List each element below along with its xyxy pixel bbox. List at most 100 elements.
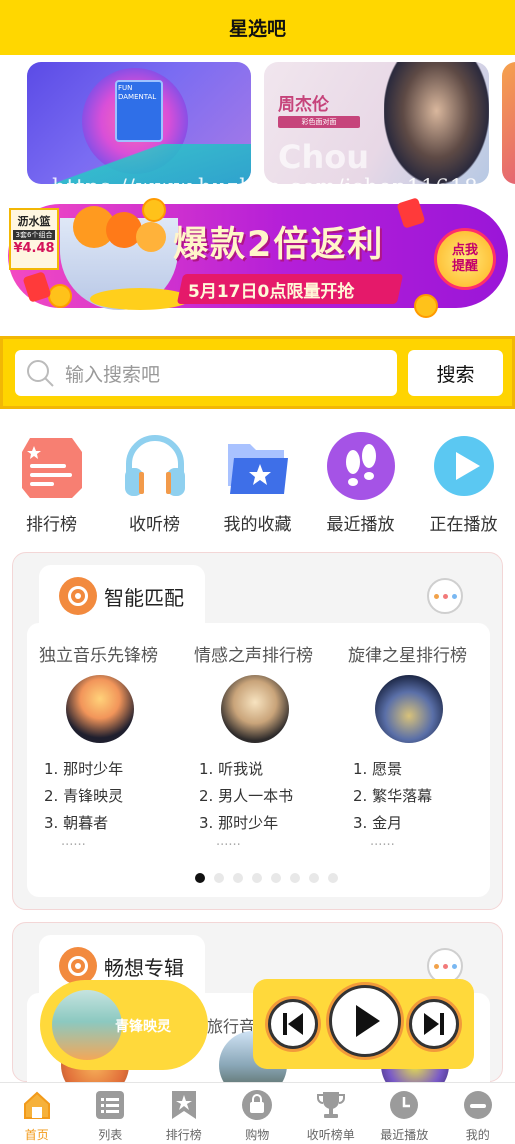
app-page: 星选吧 FUN DAMENTAL Chou 周杰伦 彩色面对面 https://…: [0, 0, 515, 1144]
tab-profile[interactable]: 我的: [441, 1083, 515, 1144]
search-icon: [27, 360, 54, 387]
chart-title: 旋律之星排行榜: [348, 646, 467, 666]
coin-icon: [414, 294, 438, 318]
tab-listening-chart[interactable]: 收听榜单: [294, 1083, 368, 1144]
page-dot[interactable]: [195, 873, 205, 883]
page-title: 星选吧: [228, 18, 286, 40]
chart-item[interactable]: 2. 青锋映灵: [44, 783, 194, 810]
vinyl-icon: [59, 577, 97, 615]
tab-label: 首页: [24, 1128, 49, 1142]
play-circle-icon: [433, 436, 494, 496]
chart-cover[interactable]: [66, 675, 134, 743]
trophy-icon: [316, 1092, 345, 1118]
fruit-graphic: [136, 222, 166, 252]
more-button[interactable]: [427, 578, 463, 614]
app-header: 星选吧: [0, 0, 515, 55]
remind-label-line2: 提醒: [451, 259, 478, 274]
price-tag: 沥水篮 3套6个组合 ¥4.48: [9, 208, 59, 270]
banner-slide-album[interactable]: FUN DAMENTAL: [27, 62, 251, 184]
tab-list[interactable]: 列表: [74, 1083, 148, 1144]
page-dot[interactable]: [290, 873, 300, 883]
smart-match-section: 智能匹配 独立音乐先锋榜 1. 那时少年 2. 青锋映灵 3. 朝暮者 ....…: [12, 552, 503, 910]
page-dot[interactable]: [271, 873, 281, 883]
more-dot: [433, 593, 439, 599]
quick-nav-label: 最近播放: [326, 515, 395, 535]
tab-label: 收听榜单: [306, 1128, 355, 1142]
play-icon: [356, 1005, 380, 1037]
coin-icon: [48, 284, 72, 308]
search-input[interactable]: 输入搜索吧: [15, 350, 397, 396]
more-dot: [442, 593, 448, 599]
skip-next-icon: [424, 1013, 444, 1035]
more-dot: [442, 963, 448, 969]
promo-banner[interactable]: 沥水篮 3套6个组合 ¥4.48 爆款2倍返利 5月17日0点限量开抢 点我 提…: [8, 197, 508, 324]
search-bar: 输入搜索吧 搜索: [0, 336, 515, 409]
remind-label-line1: 点我: [451, 243, 478, 258]
chart-title: 情感之声排行榜: [194, 646, 313, 666]
chart-column[interactable]: 情感之声排行榜 1. 听我说 2. 男人一本书 3. 那时少年 ......: [194, 641, 349, 849]
promo-subline: 5月17日0点限量开抢: [188, 282, 355, 302]
chart-item[interactable]: 3. 朝暮者: [44, 810, 194, 837]
quick-nav-recent[interactable]: 最近播放: [309, 430, 412, 540]
section-pagination: [195, 873, 338, 883]
now-playing-title: 青锋映灵: [115, 1019, 171, 1035]
tab-recent[interactable]: 最近播放: [368, 1083, 442, 1144]
favorites-folder-icon: [227, 444, 288, 494]
shopping-bag-icon: [242, 1090, 273, 1120]
footprints-icon: [326, 432, 395, 500]
more-dot: [451, 963, 457, 969]
play-button[interactable]: [329, 985, 401, 1057]
chart-cover[interactable]: [375, 675, 443, 743]
tab-label: 购物: [245, 1128, 270, 1142]
coin-icon: [142, 198, 166, 222]
more-ellipsis: ......: [216, 834, 241, 849]
artist-photo: [384, 62, 489, 184]
chart-item[interactable]: 1. 听我说: [199, 756, 349, 783]
tab-home[interactable]: 首页: [0, 1083, 74, 1144]
chart-column[interactable]: 独立音乐先锋榜 1. 那时少年 2. 青锋映灵 3. 朝暮者 ......: [39, 641, 194, 849]
page-dot[interactable]: [328, 873, 338, 883]
chart-items: 1. 听我说 2. 男人一本书 3. 那时少年: [194, 756, 349, 837]
ranking-icon: [21, 438, 82, 498]
home-icon: [23, 1091, 50, 1119]
price-tag-price: ¥4.48: [13, 241, 55, 256]
tab-label: 最近播放: [380, 1128, 429, 1142]
search-button[interactable]: 搜索: [408, 350, 503, 396]
quick-nav-listening[interactable]: 收听榜: [103, 430, 206, 540]
chart-item[interactable]: 2. 繁华落幕: [353, 783, 503, 810]
page-dot[interactable]: [233, 873, 243, 883]
section-title: 畅想专辑: [104, 955, 184, 980]
quick-nav: 排行榜 收听榜 我的收藏 最近播放 正在播放: [0, 430, 515, 540]
more-ellipsis: ......: [61, 834, 86, 849]
chart-cover[interactable]: [221, 675, 289, 743]
mini-player[interactable]: 青锋映灵: [40, 980, 208, 1070]
chart-items: 1. 愿景 2. 繁华落幕 3. 金月: [348, 756, 503, 837]
page-dot[interactable]: [252, 873, 262, 883]
tab-shopping[interactable]: 购物: [221, 1083, 295, 1144]
chart-item[interactable]: 2. 男人一本书: [199, 783, 349, 810]
tab-label: 排行榜: [165, 1128, 202, 1142]
clock-icon: [390, 1091, 419, 1119]
banner-slide-peek[interactable]: [502, 62, 515, 184]
chart-item[interactable]: 1. 愿景: [353, 756, 503, 783]
quick-nav-now-playing[interactable]: 正在播放: [412, 430, 515, 540]
next-button[interactable]: [409, 999, 459, 1049]
chart-item[interactable]: 1. 那时少年: [44, 756, 194, 783]
quick-nav-favorites[interactable]: 我的收藏: [206, 430, 309, 540]
search-placeholder: 输入搜索吧: [65, 363, 161, 386]
page-dot[interactable]: [214, 873, 224, 883]
remind-me-button[interactable]: 点我 提醒: [434, 228, 496, 290]
chart-column[interactable]: 旋律之星排行榜 1. 愿景 2. 繁华落幕 3. 金月 ......: [348, 641, 503, 848]
banner-slide-artist[interactable]: Chou 周杰伦 彩色面对面: [264, 62, 489, 184]
quick-nav-label: 正在播放: [429, 515, 498, 535]
chart-item[interactable]: 3. 那时少年: [199, 810, 349, 837]
chart-title: 独立音乐先锋榜: [39, 646, 158, 666]
previous-button[interactable]: [268, 999, 318, 1049]
page-dot[interactable]: [309, 873, 319, 883]
chart-item[interactable]: 3. 金月: [353, 810, 503, 837]
now-playing-cover[interactable]: [52, 990, 122, 1060]
banner-carousel[interactable]: FUN DAMENTAL Chou 周杰伦 彩色面对面 https://www.…: [0, 55, 515, 195]
tab-ranking[interactable]: 排行榜: [147, 1083, 221, 1144]
bookmark-star-icon: [171, 1091, 196, 1119]
quick-nav-ranking[interactable]: 排行榜: [0, 430, 103, 540]
